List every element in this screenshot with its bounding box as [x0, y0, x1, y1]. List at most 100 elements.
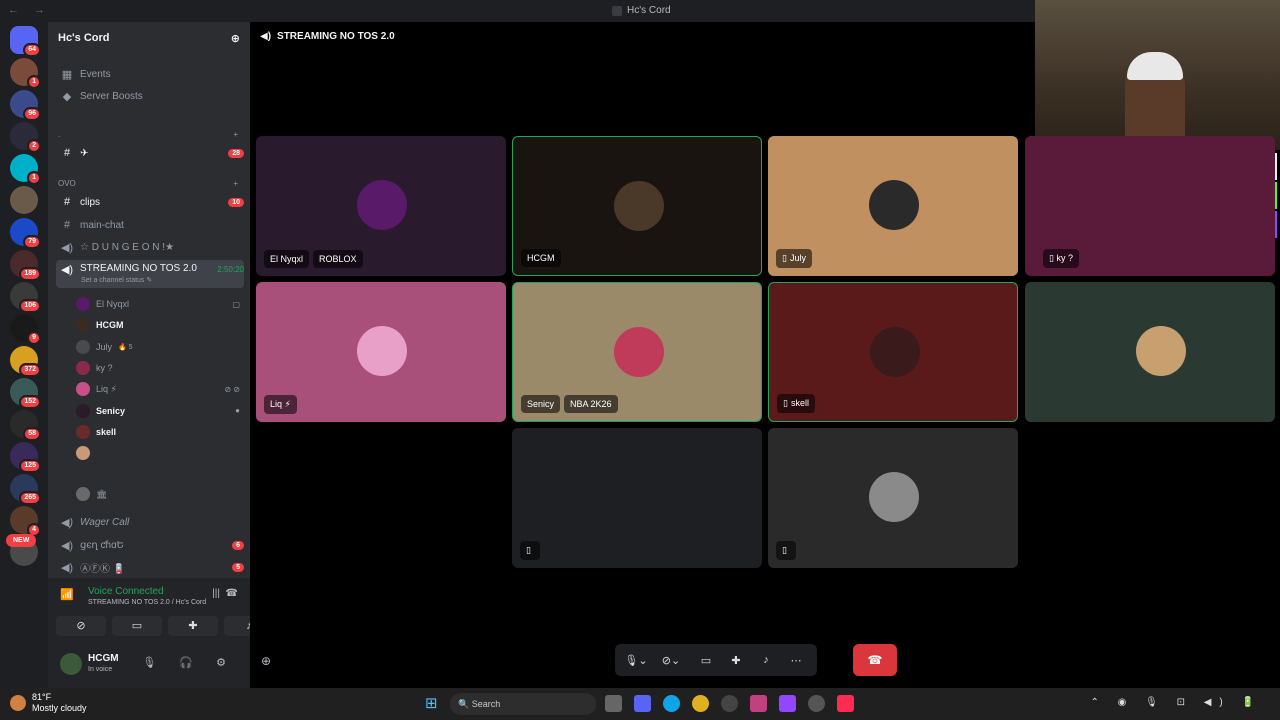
- hash-icon: #: [63, 147, 71, 159]
- stream-overlay: ♪FOLLOWERS14.8K/15KKFOLLOWERS986/1K▣SUBS…: [1025, 0, 1280, 688]
- voice-user[interactable]: HCGM: [76, 315, 240, 335]
- add-channel-icon[interactable]: +: [233, 179, 238, 188]
- server-icon[interactable]: 58: [10, 410, 41, 441]
- voice-user[interactable]: El Nyqxl ▢: [76, 294, 240, 314]
- tiktok-icon[interactable]: [837, 695, 854, 712]
- voice-user[interactable]: [76, 443, 240, 463]
- server-icon[interactable]: 1: [10, 154, 41, 185]
- add-channel-icon[interactable]: +: [233, 130, 238, 139]
- boosts-link[interactable]: ◆ Server Boosts: [56, 86, 244, 106]
- voice-user[interactable]: Senicy ●: [76, 401, 240, 421]
- user-status: In voice: [88, 666, 113, 673]
- voice-user[interactable]: 🏛: [76, 484, 240, 504]
- guild-header[interactable]: Hc's Cord ⊕: [48, 22, 250, 54]
- mic-button[interactable]: 🎙⌄: [621, 654, 651, 667]
- add-member-icon[interactable]: ⊕: [231, 32, 240, 45]
- avatar: [76, 424, 90, 439]
- participant-tile-ky[interactable]: ▯ ky ?: [1025, 136, 1275, 276]
- avatar[interactable]: [60, 653, 82, 675]
- avatar: [76, 297, 90, 311]
- participant-tile[interactable]: ▯: [512, 428, 762, 568]
- edge-icon[interactable]: [663, 695, 680, 712]
- signal-icon[interactable]: 📶: [60, 588, 74, 601]
- voice-channel-path[interactable]: STREAMING NO TOS 2.0 / Hc's Cord: [88, 599, 206, 606]
- voice-user[interactable]: skell: [76, 422, 240, 442]
- server-icon[interactable]: 372: [10, 346, 41, 377]
- more-button[interactable]: ⋯: [781, 654, 811, 667]
- activities-button[interactable]: ✚: [168, 616, 218, 636]
- channel-gen-chat[interactable]: ◀) ցєղ ƈɦɑԵ 6: [56, 535, 244, 555]
- start-icon[interactable]: ⊞: [425, 694, 438, 712]
- voice-user-name: ky ?: [96, 362, 113, 373]
- tile-name: Senicy: [521, 395, 561, 413]
- server-icon[interactable]: 2: [10, 122, 41, 153]
- media-icon[interactable]: [721, 695, 738, 712]
- voice-user[interactable]: July 🔥 5: [76, 337, 240, 357]
- participant-tile[interactable]: ▯: [768, 428, 1018, 568]
- system-tray[interactable]: ⌃ ◉ 🎙 ⊡ ◀) 🔋: [1090, 697, 1262, 708]
- avatar: [357, 180, 407, 230]
- screenshare-button[interactable]: ▭: [112, 616, 162, 636]
- invite-icon[interactable]: ⊕: [261, 654, 271, 668]
- figma-icon[interactable]: [750, 695, 767, 712]
- channel-main-chat[interactable]: # main-chat: [56, 215, 244, 235]
- server-icon[interactable]: 96: [10, 90, 41, 121]
- discord-icon[interactable]: [634, 695, 651, 712]
- voice-user[interactable]: Liq ⚡ ⊘ ⊘: [76, 379, 240, 399]
- channel-afk[interactable]: ◀) ⒶⒻⓀ 🪫 5: [56, 557, 244, 577]
- unread-badge: 96: [23, 107, 41, 121]
- taskview-icon[interactable]: [605, 695, 622, 712]
- user-controls[interactable]: 🎙 🎧 ⚙: [142, 656, 236, 669]
- server-icon[interactable]: 125: [10, 442, 41, 473]
- channel-label: Wager Call: [80, 516, 130, 528]
- server-icon[interactable]: 4: [10, 506, 41, 537]
- search-box[interactable]: 🔍 Search: [450, 693, 596, 715]
- hangup-button[interactable]: ☎: [853, 644, 897, 676]
- category-ovo[interactable]: OVO +: [58, 179, 238, 188]
- activities-button[interactable]: ✚: [721, 654, 751, 667]
- server-icon[interactable]: 152: [10, 378, 41, 409]
- server-icon[interactable]: 265: [10, 474, 41, 505]
- participant-tile[interactable]: ▯ July: [768, 136, 1018, 276]
- unread-badge: 58: [23, 427, 41, 441]
- channel-label: main-chat: [80, 219, 124, 231]
- channel-status[interactable]: Set a channel status ✎: [81, 276, 152, 284]
- camera-button[interactable]: ⊘⌄: [651, 654, 691, 667]
- participant-tile[interactable]: HCGM: [512, 136, 762, 276]
- tile-label: ▯: [520, 541, 540, 560]
- twitch-icon[interactable]: [779, 695, 796, 712]
- obs-icon[interactable]: [808, 695, 825, 712]
- nav-arrows[interactable]: ← →: [8, 4, 51, 16]
- voice-user-name: El Nyqxl: [96, 299, 130, 309]
- server-icon[interactable]: 64: [10, 26, 41, 57]
- category-dot[interactable]: . +: [58, 130, 238, 139]
- chrome-icon[interactable]: [692, 695, 709, 712]
- server-icon[interactable]: [10, 186, 38, 214]
- noise-icon[interactable]: |||: [212, 588, 220, 599]
- server-icon[interactable]: 189: [10, 250, 41, 281]
- server-list: 64 1 96 2 1 79 189 106 9 372 152 58 125 265 4: [0, 22, 48, 688]
- voice-user[interactable]: ky ?: [76, 358, 240, 378]
- disconnect-icon[interactable]: ☎: [226, 588, 238, 599]
- participant-tile[interactable]: Liq ⚡: [256, 282, 506, 422]
- server-icon[interactable]: 9: [10, 314, 41, 345]
- channel-wager[interactable]: ◀) Wager Call: [56, 512, 244, 532]
- participant-tile[interactable]: El Nyqxl ROBLOX: [256, 136, 506, 276]
- events-link[interactable]: ▦ Events: [56, 64, 244, 84]
- channel-clips[interactable]: # clips 10: [56, 192, 244, 212]
- channel-plane[interactable]: # ✈ 28: [56, 143, 244, 163]
- channel-dungeon[interactable]: ◀) ☆ D U N G E O N !★: [56, 237, 244, 257]
- channel-streaming-active[interactable]: ◀) STREAMING NO TOS 2.0 2:50:20 Set a chann…: [56, 260, 244, 288]
- camera-button[interactable]: ⊘: [56, 616, 106, 636]
- avatar: [76, 318, 90, 333]
- weather-widget[interactable]: 81°F Mostly cloudy: [10, 692, 87, 714]
- participant-tile[interactable]: ▯ skell: [768, 282, 1018, 422]
- server-icon[interactable]: 79: [10, 218, 41, 249]
- screenshare-button[interactable]: ▭: [691, 654, 721, 667]
- participant-tile[interactable]: Senicy NBA 2K26: [512, 282, 762, 422]
- server-icon[interactable]: 1: [10, 58, 41, 89]
- server-icon[interactable]: 106: [10, 282, 41, 313]
- tile-name-text: Liq ⚡: [270, 399, 291, 409]
- soundboard-button[interactable]: ♪: [751, 654, 781, 666]
- participant-tile-cartoon[interactable]: [1025, 282, 1275, 422]
